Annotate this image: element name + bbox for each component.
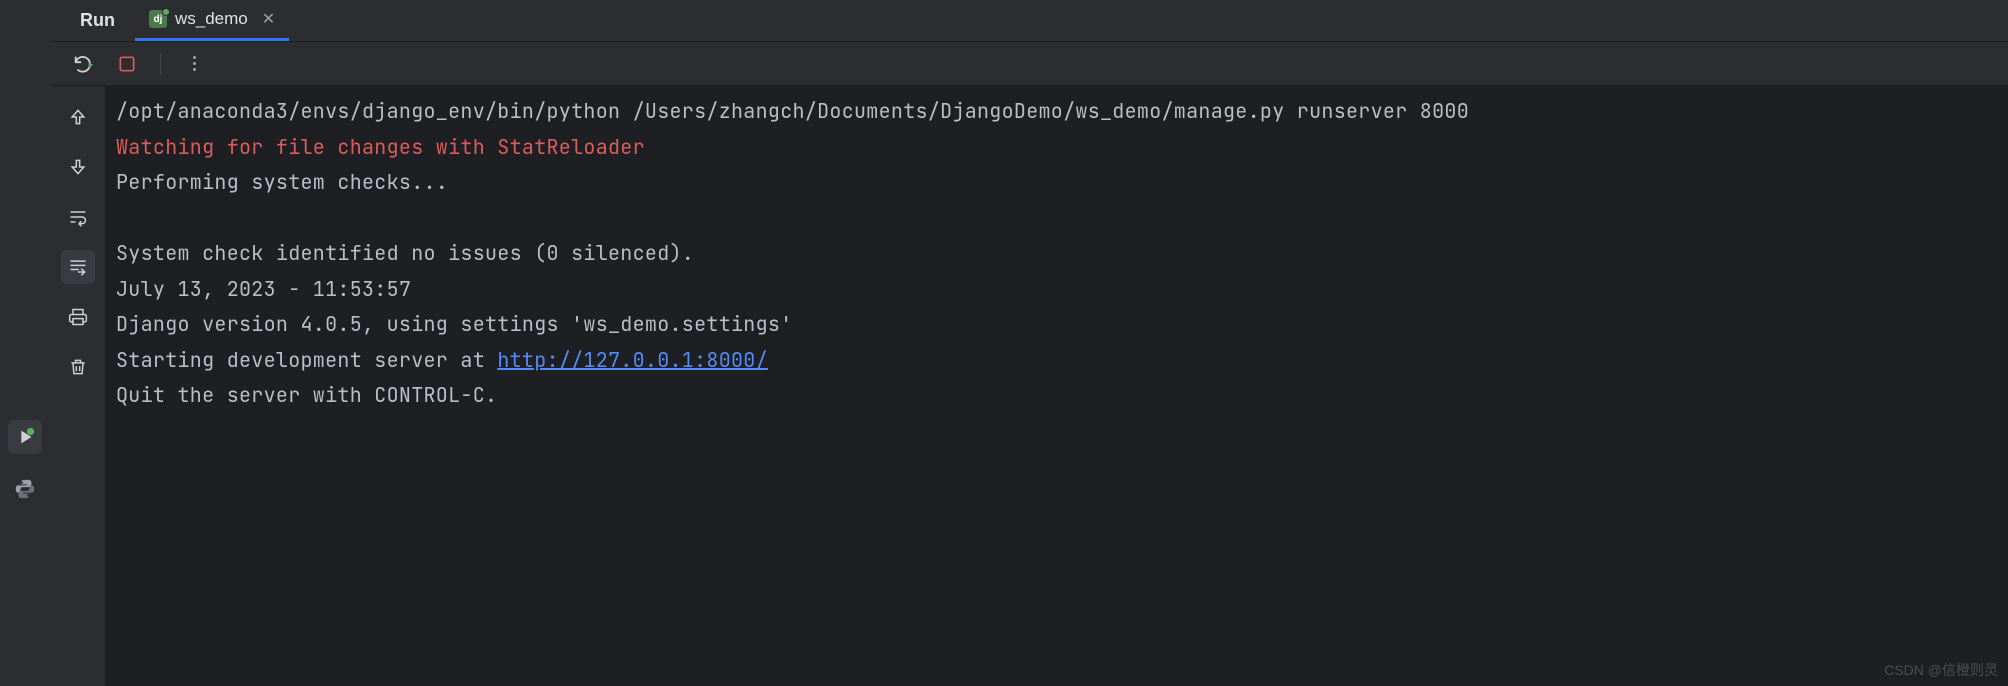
- clear-all-button[interactable]: [61, 350, 95, 384]
- status-dot-icon: [162, 8, 170, 16]
- console-line-warn: Watching for file changes with StatReloa…: [116, 134, 645, 160]
- tab-bar: Run dj ws_demo ✕: [50, 0, 2008, 42]
- panel-title: Run: [70, 10, 125, 31]
- console-line: Quit the server with CONTROL-C.: [116, 382, 497, 408]
- django-icon: dj: [149, 10, 167, 28]
- console-line: July 13, 2023 - 11:53:57: [116, 276, 411, 302]
- console-line: Performing system checks...: [116, 169, 448, 195]
- close-icon[interactable]: ✕: [262, 9, 275, 29]
- stop-button[interactable]: [112, 49, 142, 79]
- run-toolwindow-button[interactable]: [8, 420, 42, 454]
- run-config-tab[interactable]: dj ws_demo ✕: [135, 0, 289, 41]
- run-toolbar: [50, 42, 2008, 86]
- console-body: /opt/anaconda3/envs/django_env/bin/pytho…: [50, 86, 2008, 686]
- toolbar-divider: [160, 53, 161, 75]
- watermark: CSDN @信橙则灵: [1884, 660, 1998, 680]
- tab-label: ws_demo: [175, 9, 248, 29]
- console-line: /opt/anaconda3/envs/django_env/bin/pytho…: [116, 98, 1469, 124]
- server-url-link[interactable]: http://127.0.0.1:8000/: [497, 347, 768, 373]
- run-panel: Run dj ws_demo ✕: [50, 0, 2008, 686]
- soft-wrap-button[interactable]: [61, 200, 95, 234]
- more-button[interactable]: [179, 49, 209, 79]
- console-side-actions: [50, 86, 106, 686]
- rerun-button[interactable]: [68, 49, 98, 79]
- down-stack-button[interactable]: [61, 150, 95, 184]
- python-console-button[interactable]: [8, 472, 42, 506]
- up-stack-button[interactable]: [61, 100, 95, 134]
- print-button[interactable]: [61, 300, 95, 334]
- vertical-dots-icon: [193, 56, 196, 71]
- console-line: Starting development server at: [116, 347, 497, 373]
- console-output[interactable]: /opt/anaconda3/envs/django_env/bin/pytho…: [106, 86, 2008, 686]
- console-line: System check identified no issues (0 sil…: [116, 240, 694, 266]
- tool-window-bar: [0, 0, 50, 686]
- console-line: Django version 4.0.5, using settings 'ws…: [116, 311, 793, 337]
- scroll-to-end-button[interactable]: [61, 250, 95, 284]
